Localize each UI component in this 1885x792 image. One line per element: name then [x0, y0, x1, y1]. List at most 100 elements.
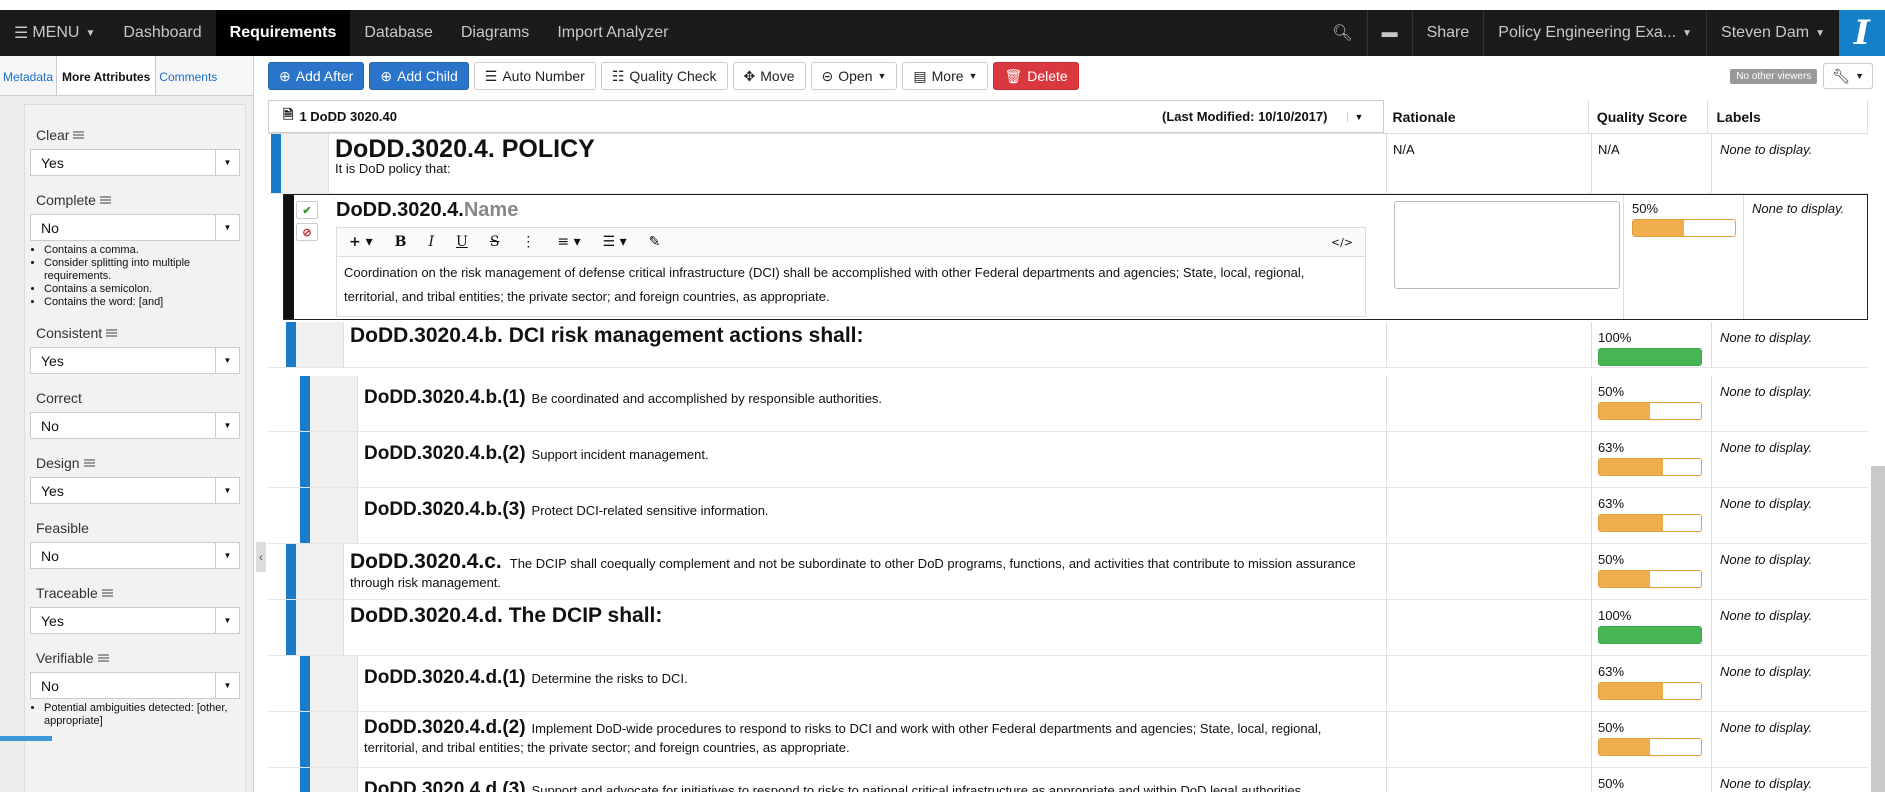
row-handle[interactable]	[296, 322, 344, 367]
select-value: Yes	[41, 353, 64, 369]
row-handle[interactable]	[296, 544, 344, 599]
nav-dashboard[interactable]: Dashboard	[109, 10, 215, 56]
col-quality-score[interactable]: Quality Score	[1589, 100, 1709, 133]
col-rationale[interactable]: Rationale	[1384, 100, 1589, 133]
add-after-button[interactable]: ⊕ Add After	[268, 62, 365, 90]
quality-check-button[interactable]: ☷ Quality Check	[600, 62, 728, 90]
attr-label: Verifiable	[36, 650, 94, 666]
bold-icon[interactable]: B	[395, 234, 407, 250]
row-handle[interactable]	[310, 376, 358, 431]
table-row[interactable]: DoDD.3020.4.d. The DCIP shall: 100% None…	[268, 600, 1868, 656]
nav-requirements[interactable]: Requirements	[215, 10, 351, 56]
attr-select-correct[interactable]: No ▼	[30, 412, 240, 439]
table-row[interactable]: DoDD.3020.4.d.(3) Support and advocate fo…	[268, 768, 1868, 792]
delete-button[interactable]: 🗑︎ Delete	[993, 62, 1079, 90]
rationale-cell[interactable]	[1386, 488, 1591, 543]
accept-icon[interactable]: ✔	[296, 201, 318, 219]
attr-select-verifiable[interactable]: No ▼	[30, 672, 240, 699]
move-button[interactable]: ✥ Move	[732, 62, 806, 90]
table-row[interactable]: DoDD.3020.4.b.(3) Protect DCI-related sen…	[268, 488, 1868, 544]
collapse-panel-button[interactable]: ‹	[256, 542, 266, 572]
attr-select-design[interactable]: Yes ▼	[30, 477, 240, 504]
note: Consider splitting into multiple require…	[44, 257, 240, 283]
insert-icon[interactable]: + ▾	[349, 234, 373, 250]
cancel-icon[interactable]: ⊘	[296, 223, 318, 241]
project-dropdown[interactable]: Policy Engineering Exa... ▼	[1483, 10, 1706, 56]
rationale-cell[interactable]	[1386, 712, 1591, 767]
tab-more-attributes[interactable]: More Attributes	[56, 56, 157, 95]
italic-icon[interactable]: I	[428, 234, 434, 250]
attr-label: Clear	[36, 127, 70, 143]
rationale-cell[interactable]: N/A	[1386, 134, 1591, 193]
nav-database[interactable]: Database	[350, 10, 447, 56]
row-handle[interactable]	[310, 768, 358, 792]
col-labels[interactable]: Labels	[1708, 100, 1868, 133]
strikethrough-icon[interactable]: S	[490, 234, 500, 250]
scrollbar[interactable]	[1871, 466, 1885, 792]
row-handle[interactable]	[296, 600, 344, 655]
document-title: 1 DoDD 3020.40	[299, 109, 398, 124]
table-row[interactable]: DoDD.3020.4. POLICY It is DoD policy tha…	[268, 134, 1868, 194]
button-label: Auto Number	[502, 68, 585, 84]
attr-select-complete[interactable]: No ▼	[30, 214, 240, 241]
table-row[interactable]: DoDD.3020.4.d.(1) Determine the risks to …	[268, 656, 1868, 712]
note: Contains a comma.	[44, 244, 240, 257]
doc-dropdown[interactable]: ▼	[1347, 111, 1369, 122]
settings-dropdown[interactable]: 🔧︎ ▼	[1823, 63, 1873, 89]
code-view-icon[interactable]: </>	[1331, 236, 1353, 249]
attr-select-traceable[interactable]: Yes ▼	[30, 607, 240, 634]
quality-bar	[1598, 570, 1702, 588]
quality-value: 63%	[1598, 664, 1625, 679]
row-handle[interactable]	[310, 712, 358, 767]
share-button[interactable]: Share	[1411, 10, 1484, 56]
align-icon[interactable]: ≡ ▾	[557, 234, 580, 250]
select-value: No	[41, 548, 59, 564]
table-row[interactable]: DoDD.3020.4.c. The DCIP shall coequally c…	[268, 544, 1868, 600]
editing-row[interactable]: ✔ ⊘ DoDD.3020.4.Name + ▾ B I U S ⋮ ≡ ▾ ☰…	[283, 194, 1868, 320]
chat-icon[interactable]: ▬	[1366, 10, 1412, 56]
underline-icon[interactable]: U	[456, 234, 468, 250]
attr-select-consistent[interactable]: Yes ▼	[30, 347, 240, 374]
table-row[interactable]: DoDD.3020.4.b.(2) Support incident manage…	[268, 432, 1868, 488]
attr-label: Design	[36, 455, 80, 471]
search-icon[interactable]: 🔍︎	[1318, 10, 1366, 56]
rationale-cell[interactable]	[1386, 656, 1591, 711]
eraser-icon[interactable]: ✎	[649, 234, 661, 250]
open-dropdown[interactable]: ⊝ Open ▼	[810, 62, 898, 90]
rationale-cell[interactable]	[1386, 322, 1591, 367]
more-dropdown[interactable]: ▤ More ▼	[902, 62, 989, 90]
list-format-icon[interactable]: ☰ ▾	[603, 234, 627, 250]
tab-comments[interactable]: Comments	[156, 56, 220, 95]
attr-clear: Clear Yes ▼	[30, 111, 240, 176]
row-handle[interactable]	[310, 432, 358, 487]
quality-cell: 50%	[1591, 544, 1711, 599]
rationale-cell[interactable]	[1386, 376, 1591, 431]
menu-button[interactable]: ☰ MENU ▼	[0, 10, 109, 56]
rationale-cell[interactable]	[1386, 768, 1591, 792]
name-input[interactable]: Name	[464, 199, 518, 221]
attr-select-clear[interactable]: Yes ▼	[30, 149, 240, 176]
rationale-cell[interactable]	[1386, 432, 1591, 487]
attr-select-feasible[interactable]: No ▼	[30, 542, 240, 569]
nav-import-analyzer[interactable]: Import Analyzer	[543, 10, 682, 56]
row-handle[interactable]	[281, 134, 329, 193]
row-handle[interactable]	[310, 488, 358, 543]
add-child-button[interactable]: ⊕ Add Child	[369, 62, 469, 90]
requirement-text-editor[interactable]: Coordination on the risk management of d…	[336, 257, 1366, 317]
row-handle[interactable]	[310, 656, 358, 711]
rationale-cell[interactable]	[1386, 600, 1591, 655]
select-value: No	[41, 418, 59, 434]
nav-diagrams[interactable]: Diagrams	[447, 10, 543, 56]
user-dropdown[interactable]: Steven Dam ▼	[1706, 10, 1839, 56]
tab-metadata[interactable]: Metadata	[0, 56, 56, 95]
more-vertical-icon[interactable]: ⋮	[521, 234, 535, 250]
table-row[interactable]: DoDD.3020.4.b. DCI risk management actio…	[268, 322, 1868, 368]
table-row[interactable]: DoDD.3020.4.b.(1) Be coordinated and acco…	[268, 376, 1868, 432]
rationale-input[interactable]	[1394, 201, 1620, 289]
auto-number-button[interactable]: ☰ Auto Number	[473, 62, 596, 90]
rationale-cell[interactable]	[1386, 544, 1591, 599]
select-value: No	[41, 220, 59, 236]
button-label: Quality Check	[629, 68, 717, 84]
table-row[interactable]: DoDD.3020.4.d.(2) Implement DoD-wide proc…	[268, 712, 1868, 768]
attr-label: Consistent	[36, 325, 103, 341]
